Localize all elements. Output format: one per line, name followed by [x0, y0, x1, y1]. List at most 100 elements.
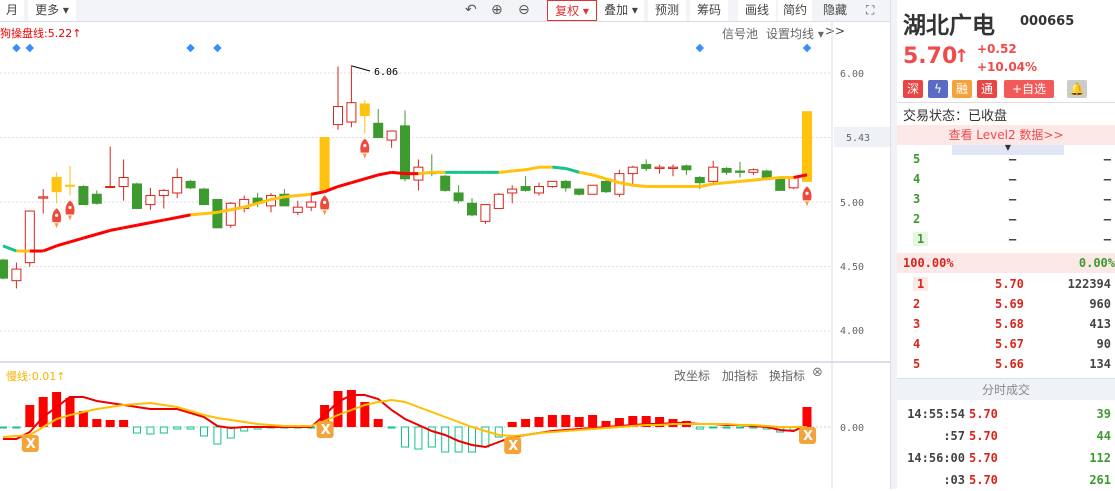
- stock-name: 湖北广电: [903, 13, 995, 39]
- ma-line-segment: [190, 212, 205, 217]
- level2-link[interactable]: 查看 Level2 数据>>: [897, 125, 1115, 145]
- add-watchlist-button[interactable]: +自选: [1004, 80, 1054, 98]
- ask-row: 1 — —: [897, 230, 1115, 250]
- candle: [38, 196, 49, 199]
- change-axis-button[interactable]: 改坐标: [674, 367, 710, 384]
- rocket-window: [805, 191, 809, 195]
- last-price: 5.70: [903, 44, 958, 69]
- indicator-value: 狗操盘线:5.22↑: [0, 27, 82, 40]
- price: 5.70: [969, 473, 998, 487]
- macd-bar: [159, 426, 168, 434]
- tag-margin[interactable]: 融: [952, 80, 972, 98]
- rocket-flame: [322, 210, 327, 216]
- tag-connect[interactable]: 通: [977, 80, 997, 98]
- signal-diamond: [213, 43, 222, 53]
- macd-bar: [25, 405, 35, 427]
- ma-line-segment: [753, 177, 767, 182]
- ma-line-segment: [350, 177, 366, 185]
- ma-line-segment: [632, 183, 647, 189]
- panel-splitter[interactable]: [890, 0, 897, 489]
- rocket-flame: [805, 201, 809, 207]
- ma-line-segment: [284, 194, 298, 199]
- sell-ratio: 0.00%: [1078, 256, 1115, 270]
- tick-row: :57 5.70 44: [897, 427, 1115, 447]
- ma-line-segment: [82, 232, 98, 240]
- candle: [735, 170, 745, 173]
- candle: [78, 186, 89, 206]
- ma-line-segment: [364, 173, 379, 181]
- signal-pool-button[interactable]: 信号池: [722, 25, 758, 42]
- macd-bar: [534, 417, 544, 427]
- volume: 112: [1089, 451, 1111, 465]
- ma-settings-dropdown[interactable]: 设置均线 ▾: [766, 25, 824, 42]
- bell-icon[interactable]: 🔔: [1067, 80, 1087, 98]
- kline-chart[interactable]: X X X X 6.00 5.00 4.50 4.00 5.43 0.00 6.06: [0, 0, 890, 489]
- macd-bar: [38, 397, 48, 427]
- tick-row: 14:56:00 5.70 112: [897, 449, 1115, 469]
- time: :57: [943, 429, 965, 443]
- cross-marker-icon: X: [316, 421, 334, 438]
- marker-glyph: X: [321, 423, 331, 438]
- volume: —: [1103, 212, 1111, 226]
- macd-bar: [333, 391, 343, 427]
- ma-line-segment: [512, 168, 526, 173]
- candle: [65, 184, 75, 187]
- level: 2: [913, 212, 921, 226]
- volume: 413: [1089, 317, 1111, 331]
- macd-ytick: 0.00: [840, 423, 864, 434]
- ma-line-segment: [2, 244, 17, 253]
- macd-bar: [722, 426, 731, 429]
- price: —: [1009, 152, 1017, 166]
- candle: [24, 210, 35, 264]
- rocket-window: [55, 213, 59, 217]
- macd-bar: [105, 420, 115, 427]
- lightning-icon[interactable]: ϟ: [928, 80, 948, 98]
- ma-line-segment: [739, 178, 754, 183]
- macd-bar: [0, 426, 7, 429]
- price: 5.66: [995, 357, 1024, 371]
- price: —: [1009, 232, 1017, 246]
- volume: 134: [1089, 357, 1111, 371]
- close-indicator-icon[interactable]: ⊗: [812, 365, 823, 380]
- signal-diamond: [802, 43, 812, 53]
- macd-bar: [92, 419, 102, 427]
- ma-line-segment: [109, 226, 124, 232]
- level: 5: [913, 357, 921, 371]
- candle: [373, 122, 384, 138]
- candle: [708, 166, 719, 182]
- ma-line-segment: [766, 175, 781, 181]
- candle: [51, 176, 62, 193]
- ma-settings-label: 设置均线: [766, 27, 815, 41]
- price: 5.67: [995, 337, 1024, 351]
- volume: 90: [1096, 337, 1111, 351]
- price-change: +0.52: [977, 42, 1017, 56]
- tag-shenzhen[interactable]: 深: [903, 80, 923, 98]
- macd-bar: [401, 426, 409, 448]
- add-indicator-button[interactable]: 加指标: [722, 367, 758, 384]
- candle: [11, 268, 22, 282]
- ma-line-segment: [176, 213, 191, 219]
- rocket-window: [68, 205, 72, 210]
- candle: [333, 106, 343, 126]
- price: 5.69: [995, 297, 1024, 311]
- ask-row: 4 — —: [897, 170, 1115, 190]
- candle: [172, 176, 183, 194]
- volume: —: [1103, 192, 1111, 206]
- switch-indicator-button[interactable]: 换指标: [769, 367, 805, 384]
- macd-bar: [561, 415, 571, 427]
- macd-bar: [213, 426, 222, 445]
- candle: [453, 192, 464, 202]
- candle: [574, 188, 585, 195]
- price-change-pct: +10.04%: [977, 60, 1038, 74]
- ma-line-segment: [42, 244, 58, 253]
- ma-line-segment: [552, 165, 566, 170]
- level: 5: [913, 152, 921, 166]
- ma-line-segment: [377, 170, 392, 177]
- bid-row: 4 5.67 90: [897, 335, 1115, 355]
- volume: 44: [1096, 429, 1111, 443]
- macd-bar: [441, 426, 450, 453]
- rocket-window: [363, 144, 367, 148]
- stock-code: 000665: [1020, 14, 1075, 29]
- ma-line-segment: [565, 167, 580, 174]
- max-arrow: [351, 65, 371, 72]
